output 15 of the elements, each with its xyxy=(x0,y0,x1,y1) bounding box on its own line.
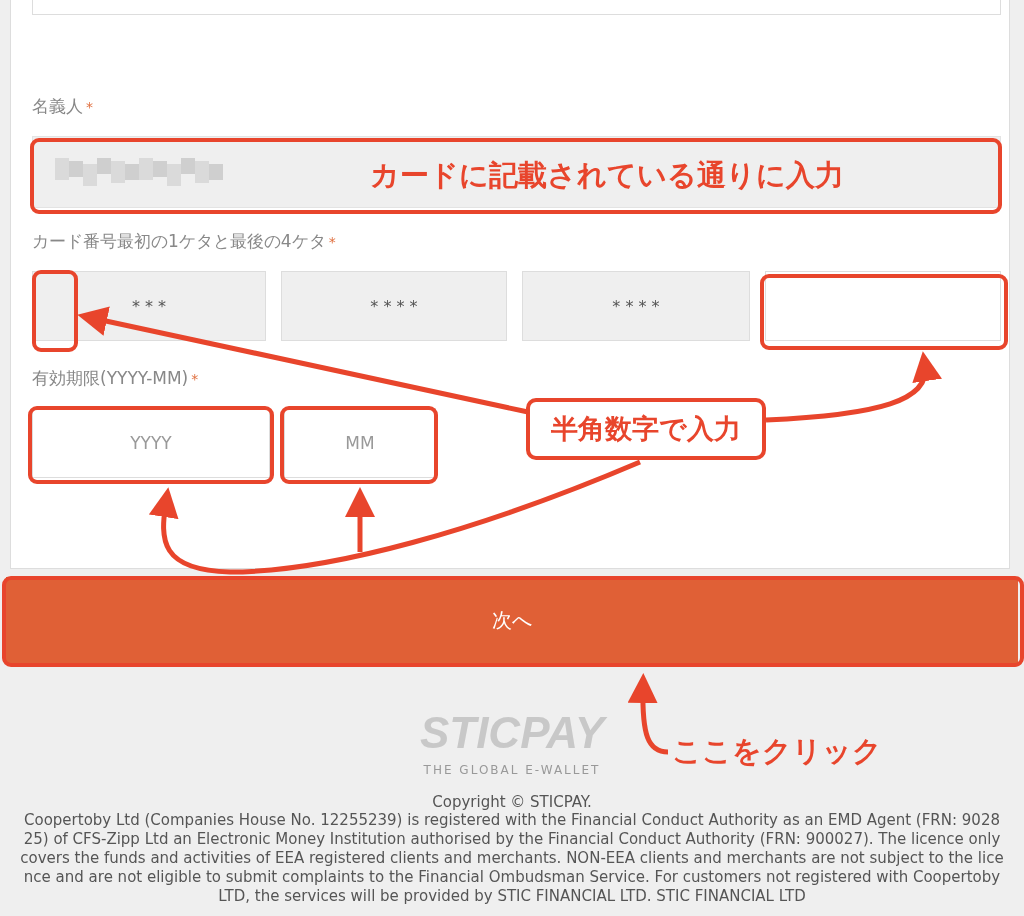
field-label: 名義人 xyxy=(32,95,83,118)
copyright-text: Copyright © STICPAY. xyxy=(431,793,593,811)
required-mark: * xyxy=(86,99,93,115)
required-mark: * xyxy=(328,234,336,250)
annotation-callout: 半角数字で入力 xyxy=(526,398,766,460)
legal-text: Coopertoby Ltd (Companies House No. 12255239) is registered with the Financial Conduct Authority as an EMD Agent (FRN: 902825) of CFS-Zipp Ltd an Electronic Money Institution authorised by the Financial Conduct Authority (FRN: 900027). The licence only covers the funds and activities of EEA registered clients and merchants. NON-EEA clients and merchants are not subject to the licence and are not eligible to submit complaints to the Financial Ombudsman Service. For customers not registered with Coopertoby LTD, the services will be provided by STIC FINANCIAL LTD. STIC FINANCIAL LTD xyxy=(19,811,1005,906)
field-label: 有効期限(YYYY-MM) xyxy=(32,367,189,390)
logo-tagline: THE GLOBAL E-WALLET xyxy=(423,763,601,777)
next-button[interactable]: 次へ xyxy=(6,577,1018,663)
input-field[interactable] xyxy=(32,0,1001,15)
annotation-text: ここをクリック xyxy=(672,733,882,770)
required-mark: * xyxy=(191,371,199,387)
card-number-field[interactable] xyxy=(765,271,1001,341)
field-label: カード番号最初の1ケタと最後の4ケタ xyxy=(32,230,326,253)
annotation-text: カードに記載されている通りに入力 xyxy=(370,157,844,194)
